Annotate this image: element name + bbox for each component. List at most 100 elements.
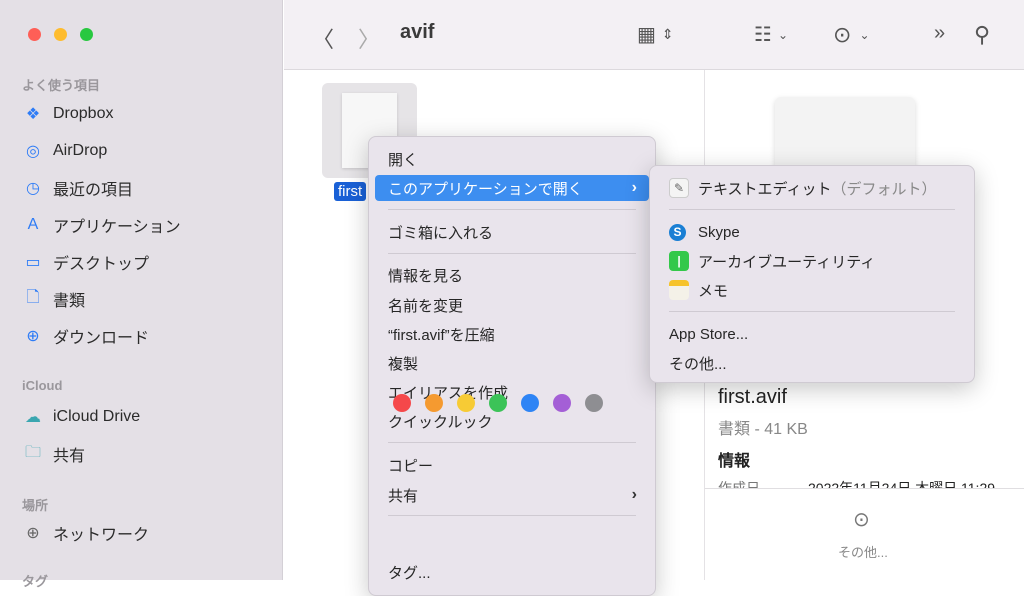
document-icon: 🗋 [26, 288, 40, 306]
submenu-item-textedit[interactable]: ✎ テキストエディット （デフォルト） [656, 175, 968, 201]
open-with-submenu: ✎ テキストエディット （デフォルト） S Skype | アーカイブユーティリティ メ… [649, 165, 975, 383]
close-button[interactable] [28, 28, 41, 41]
sidebar-item-label: デスクトップ [53, 256, 150, 273]
submenu-item-other[interactable]: その他... [656, 350, 968, 376]
menu-item-open[interactable]: 開く [375, 146, 649, 172]
chevron-right-icon: › [631, 179, 637, 196]
menu-item-share[interactable]: 共有 › [375, 482, 649, 508]
sidebar-item-label: AirDrop [53, 142, 108, 159]
archive-utility-icon: | [669, 251, 689, 271]
sidebar-item-label: 共有 [53, 448, 86, 465]
file-name-label[interactable]: first [334, 182, 367, 201]
menu-item-open-with[interactable]: このアプリケーションで開く › [375, 175, 649, 201]
sidebar-item-label: 最近の項目 [53, 182, 134, 199]
sidebar-item-icloud-drive[interactable]: ☁ iCloud Drive [22, 404, 140, 430]
section-header-locations: 場所 [22, 498, 49, 513]
dropbox-icon: ❖ [25, 106, 41, 123]
tag-color-dot[interactable] [393, 394, 411, 412]
menu-separator [388, 515, 636, 516]
group-button[interactable]: ☷ ⌄ [754, 22, 788, 47]
back-button[interactable]: 〈 [312, 22, 334, 54]
menu-item-make-alias[interactable]: エイリアスを作成 [375, 379, 649, 405]
section-header-icloud: iCloud [22, 378, 63, 393]
submenu-item-app-store[interactable]: App Store... [656, 321, 968, 347]
menu-item-label: テキストエディット [698, 180, 832, 198]
tag-color-dot[interactable] [585, 394, 603, 412]
group-icon: ☷ [754, 24, 772, 46]
menu-separator [388, 442, 636, 443]
sidebar-item-label: ダウンロード [53, 330, 150, 347]
sidebar-item-network[interactable]: ⊕ ネットワーク [22, 520, 149, 546]
submenu-item-skype[interactable]: S Skype [656, 219, 968, 245]
section-header-favorites: よく使う項目 [22, 78, 101, 93]
preview-info-header: 情報 [718, 453, 751, 470]
menu-item-duplicate[interactable]: 複製 [375, 350, 649, 376]
menu-item-compress[interactable]: “first.avif”を圧縮 [375, 321, 649, 347]
sidebar-item-airdrop[interactable]: ◎ AirDrop [22, 138, 107, 164]
preview-file-name: first.avif [718, 386, 787, 408]
tag-color-dot[interactable] [553, 394, 571, 412]
sidebar-item-label: ネットワーク [53, 527, 150, 544]
action-button[interactable]: ⊙ ⌄ [833, 22, 870, 48]
ellipsis-circle-icon: ⊙ [833, 22, 852, 47]
search-button[interactable]: ⚲ [974, 22, 990, 48]
submenu-item-notes[interactable]: メモ [656, 277, 968, 303]
menu-item-copy[interactable]: コピー [375, 452, 649, 478]
chevron-updown-icon: ⇕ [661, 26, 674, 42]
chevron-down-icon: ⌄ [859, 28, 870, 42]
created-value: 2022年11月24日 木曜日 11:29 [808, 480, 996, 488]
menu-item-label: Skype [698, 223, 740, 241]
notes-icon [669, 280, 689, 300]
sidebar-item-downloads[interactable]: ⊕ ダウンロード [22, 323, 149, 349]
menu-item-tags[interactable]: タグ... [375, 559, 649, 585]
forward-button[interactable]: 〉 [358, 22, 380, 54]
tag-color-dot[interactable] [457, 394, 475, 412]
sidebar-item-dropbox[interactable]: ❖ Dropbox [22, 101, 114, 127]
more-icon[interactable]: ⊙ [853, 507, 870, 532]
tag-color-dot[interactable] [425, 394, 443, 412]
menu-item-quick-look[interactable]: クイックルック [375, 408, 649, 434]
sidebar-item-documents[interactable]: 🗋 書類 [22, 286, 85, 312]
created-label: 作成日 [718, 480, 760, 488]
default-suffix: （デフォルト） [831, 180, 937, 198]
menu-item-rename[interactable]: 名前を変更 [375, 292, 649, 318]
preview-more-label[interactable]: その他... [838, 542, 888, 561]
sidebar-item-applications[interactable]: A アプリケーション [22, 212, 181, 238]
menu-item-get-info[interactable]: 情報を見る [375, 262, 649, 288]
section-header-tags: タグ [22, 574, 49, 589]
airdrop-icon: ◎ [26, 143, 40, 160]
sidebar-item-recents[interactable]: ◷ 最近の項目 [22, 175, 133, 201]
desktop-icon: ▭ [25, 254, 41, 271]
sidebar-item-shared[interactable]: 🗀 共有 [22, 441, 85, 467]
cloud-icon: ☁ [25, 409, 41, 426]
menu-separator [669, 209, 955, 210]
submenu-item-archive-utility[interactable]: | アーカイブユーティリティ [656, 248, 968, 274]
globe-icon: ⊕ [26, 525, 40, 542]
minimize-button[interactable] [54, 28, 67, 41]
menu-item-move-to-trash[interactable]: ゴミ箱に入れる [375, 219, 649, 245]
skype-icon: S [669, 223, 686, 241]
menu-item-label: アーカイブユーティリティ [698, 253, 876, 271]
window-title: avif [400, 21, 435, 43]
menu-item-label: 共有 [388, 487, 419, 505]
view-mode-button[interactable]: ▦ ⇕ [637, 22, 674, 47]
divider [705, 488, 1024, 489]
download-icon: ⊕ [26, 328, 40, 345]
applications-icon: A [27, 216, 39, 233]
chevron-down-icon: ⌄ [777, 27, 788, 42]
chevron-right-icon: › [631, 486, 637, 503]
context-menu: 開く このアプリケーションで開く › ゴミ箱に入れる 情報を見る 名前を変更 “f… [368, 136, 656, 596]
tag-color-dot[interactable] [489, 394, 507, 412]
more-toolbar-button[interactable]: » [934, 22, 945, 45]
menu-item-label: このアプリケーションで開く [388, 180, 583, 198]
zoom-button[interactable] [80, 28, 93, 41]
preview-kind-size: 書類 - 41 KB [718, 421, 808, 438]
sidebar-item-label: 書類 [53, 293, 86, 310]
textedit-icon: ✎ [669, 178, 689, 198]
tag-color-dot[interactable] [521, 394, 539, 412]
created-row: 作成日 2022年11月24日 木曜日 11:29 [718, 478, 1024, 488]
search-icon: ⚲ [974, 22, 991, 47]
menu-separator [388, 209, 636, 210]
menu-separator [669, 311, 955, 312]
sidebar-item-desktop[interactable]: ▭ デスクトップ [22, 249, 149, 275]
